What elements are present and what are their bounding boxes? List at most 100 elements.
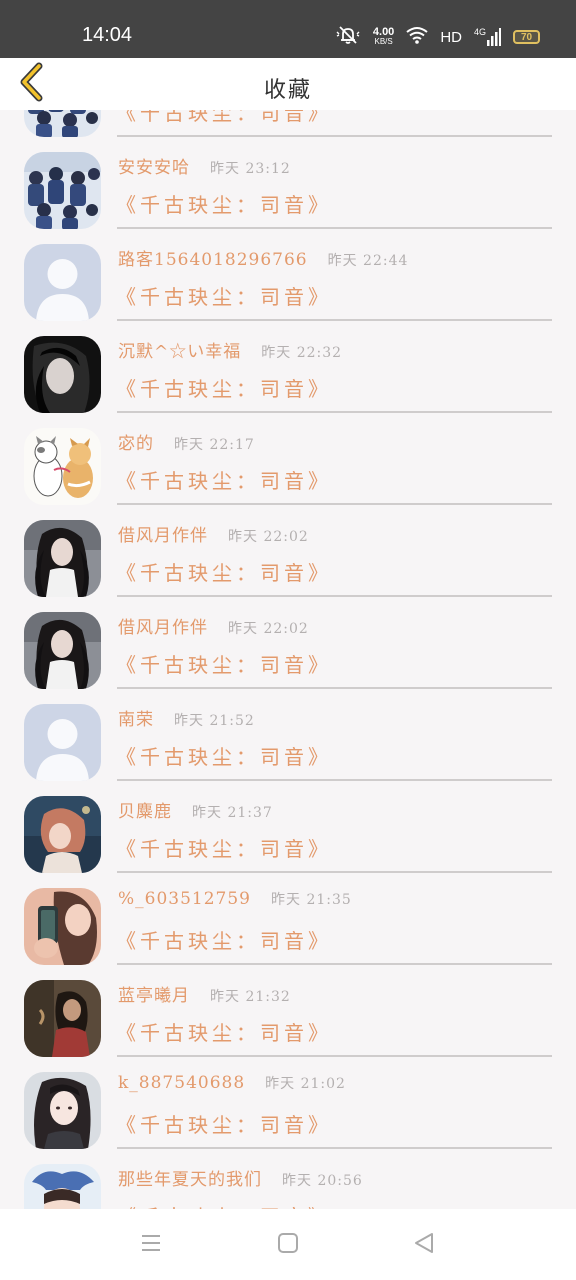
user-name[interactable]: 路客1564018296766 xyxy=(118,245,308,270)
menu-button[interactable] xyxy=(137,1231,165,1259)
user-name[interactable]: k_887540688 xyxy=(118,1073,245,1093)
divider xyxy=(117,963,552,965)
network-type: 4G xyxy=(473,27,486,37)
divider xyxy=(117,1055,552,1057)
nav-back-button[interactable] xyxy=(410,1231,438,1259)
hd-label: HD xyxy=(440,28,462,46)
user-name[interactable]: 那些年夏天的我们 xyxy=(118,1165,262,1190)
name-row: 那些年夏天的我们 昨天 20:56 xyxy=(118,1165,363,1190)
net-speed-unit: KB/S xyxy=(374,37,393,46)
user-name[interactable]: 宓的 xyxy=(118,429,154,454)
song-title[interactable]: 《千古玦尘：司音》 xyxy=(116,281,332,310)
favorite-item[interactable]: 安安安哈 昨天 23:12 《千古玦尘：司音》 xyxy=(0,146,576,238)
avatar[interactable] xyxy=(24,612,101,689)
divider xyxy=(117,779,552,781)
favorite-item[interactable]: 那些年夏天的我们 昨天 20:56 《千古玦尘：司音》 xyxy=(0,1158,576,1209)
timestamp: 昨天 22:44 xyxy=(327,253,409,269)
avatar[interactable] xyxy=(24,1164,101,1209)
battery-icon: 70 xyxy=(513,30,540,44)
status-bar: 14:04 4.00 KB/S HD 4G 70 xyxy=(0,0,576,58)
wifi-icon xyxy=(406,26,428,48)
favorite-item[interactable]: 沉默^☆い幸福 昨天 22:32 《千古玦尘：司音》 xyxy=(0,330,576,422)
avatar[interactable] xyxy=(24,1072,101,1149)
name-row: 安安安哈 昨天 23:12 xyxy=(118,153,291,178)
name-row: 路客1564018296766 昨天 22:44 xyxy=(118,245,408,270)
user-name[interactable]: 安安安哈 xyxy=(118,153,190,178)
name-row: k_887540688 昨天 21:02 xyxy=(118,1073,346,1093)
favorite-item[interactable]: 《千古玦尘：司音》 xyxy=(0,110,576,146)
avatar[interactable] xyxy=(24,796,101,873)
favorite-item[interactable]: 借风月作伴 昨天 22:02 《千古玦尘：司音》 xyxy=(0,606,576,698)
avatar[interactable] xyxy=(24,520,101,597)
song-title[interactable]: 《千古玦尘：司音》 xyxy=(116,373,332,402)
timestamp: 昨天 21:32 xyxy=(210,989,291,1005)
avatar[interactable] xyxy=(24,428,101,505)
user-name[interactable]: 沉默^☆い幸福 xyxy=(118,337,241,362)
user-name[interactable]: 贝麋鹿 xyxy=(118,797,172,822)
favorite-item[interactable]: 贝麋鹿 昨天 21:37 《千古玦尘：司音》 xyxy=(0,790,576,882)
divider xyxy=(117,411,552,413)
page-title: 收藏 xyxy=(263,78,312,103)
status-time: 14:04 xyxy=(82,24,133,46)
user-name[interactable]: 借风月作伴 xyxy=(118,613,208,638)
favorite-item[interactable]: 路客1564018296766 昨天 22:44 《千古玦尘：司音》 xyxy=(0,238,576,330)
home-button[interactable] xyxy=(274,1231,302,1259)
timestamp: 昨天 23:12 xyxy=(210,161,291,177)
system-nav-bar xyxy=(0,1209,576,1280)
divider xyxy=(117,1147,552,1149)
divider xyxy=(117,135,552,137)
favorite-item[interactable]: 蓝亭曦月 昨天 21:32 《千古玦尘：司音》 xyxy=(0,974,576,1066)
back-triangle-icon xyxy=(412,1231,436,1259)
user-name[interactable]: 南荣 xyxy=(118,705,154,730)
name-row: 沉默^☆い幸福 昨天 22:32 xyxy=(118,337,342,362)
divider xyxy=(117,227,552,229)
avatar[interactable] xyxy=(24,888,101,965)
name-row: %_603512759 昨天 21:35 xyxy=(118,889,352,909)
favorites-list[interactable]: 《千古玦尘：司音》 安安安哈 昨天 23:12 《千古玦尘：司音》 路客15640182… xyxy=(0,110,576,1209)
song-title[interactable]: 《千古玦尘：司音》 xyxy=(116,741,332,770)
user-name[interactable]: 蓝亭曦月 xyxy=(118,981,190,1006)
timestamp: 昨天 22:02 xyxy=(228,621,309,637)
timestamp: 昨天 21:35 xyxy=(271,892,352,908)
favorite-item[interactable]: 借风月作伴 昨天 22:02 《千古玦尘：司音》 xyxy=(0,514,576,606)
timestamp: 昨天 21:02 xyxy=(265,1076,346,1092)
avatar[interactable] xyxy=(24,704,101,781)
song-title[interactable]: 《千古玦尘：司音》 xyxy=(116,557,332,586)
name-row: 南荣 昨天 21:52 xyxy=(118,705,255,730)
home-square-icon xyxy=(276,1231,300,1259)
name-row: 借风月作伴 昨天 22:02 xyxy=(118,613,309,638)
song-title[interactable]: 《千古玦尘：司音》 xyxy=(116,1017,332,1046)
net-speed: 4.00 KB/S xyxy=(373,27,394,47)
song-title[interactable]: 《千古玦尘：司音》 xyxy=(116,1109,332,1138)
favorite-item[interactable]: %_603512759 昨天 21:35 《千古玦尘：司音》 xyxy=(0,882,576,974)
name-row: 借风月作伴 昨天 22:02 xyxy=(118,521,309,546)
user-name[interactable]: %_603512759 xyxy=(118,889,251,909)
avatar[interactable] xyxy=(24,980,101,1057)
song-title[interactable]: 《千古玦尘：司音》 xyxy=(116,1201,332,1209)
divider xyxy=(117,595,552,597)
user-name[interactable]: 借风月作伴 xyxy=(118,521,208,546)
avatar[interactable] xyxy=(24,110,101,137)
signal-icon: 4G xyxy=(474,28,501,46)
avatar[interactable] xyxy=(24,336,101,413)
timestamp: 昨天 22:02 xyxy=(228,529,309,545)
song-title[interactable]: 《千古玦尘：司音》 xyxy=(116,833,332,862)
mute-alarm-icon xyxy=(335,24,361,50)
timestamp: 昨天 21:52 xyxy=(174,713,255,729)
avatar[interactable] xyxy=(24,152,101,229)
timestamp: 昨天 20:56 xyxy=(282,1173,363,1189)
song-title[interactable]: 《千古玦尘：司音》 xyxy=(116,649,332,678)
song-title[interactable]: 《千古玦尘：司音》 xyxy=(116,110,332,126)
avatar[interactable] xyxy=(24,244,101,321)
song-title[interactable]: 《千古玦尘：司音》 xyxy=(116,925,332,954)
favorite-item[interactable]: k_887540688 昨天 21:02 《千古玦尘：司音》 xyxy=(0,1066,576,1158)
song-title[interactable]: 《千古玦尘：司音》 xyxy=(116,465,332,494)
name-row: 宓的 昨天 22:17 xyxy=(118,429,255,454)
status-icons: 4.00 KB/S HD 4G 70 xyxy=(335,24,540,50)
favorite-item[interactable]: 宓的 昨天 22:17 《千古玦尘：司音》 xyxy=(0,422,576,514)
favorite-item[interactable]: 南荣 昨天 21:52 《千古玦尘：司音》 xyxy=(0,698,576,790)
timestamp: 昨天 21:37 xyxy=(192,805,273,821)
timestamp: 昨天 22:17 xyxy=(174,437,255,453)
song-title[interactable]: 《千古玦尘：司音》 xyxy=(116,189,332,218)
menu-icon xyxy=(139,1232,163,1258)
